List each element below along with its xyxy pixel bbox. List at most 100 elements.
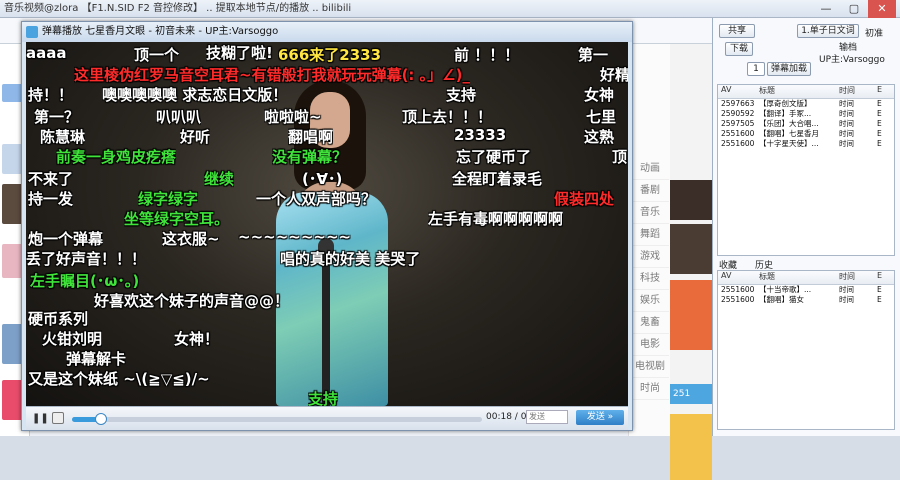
browser-title-bar: 音乐视频@zlora 【F1.N.SID F2 音控修改】 .. 提取本地节点/… [0, 0, 900, 18]
danmaku-comment: 全程盯着录毛 [452, 170, 543, 188]
danmaku-comment: 绿字绿字 [138, 190, 199, 208]
player-window: 弹幕播放 七星香月文眼 - 初音未来 - UP主:Varsoggo aaaa 顶一… [21, 21, 633, 431]
danmaku-comment: 坐等绿字空耳。 [124, 210, 230, 228]
page-input[interactable]: 1 [747, 62, 765, 76]
list-item[interactable]: 2597505 【乐团】大合唱... 时间 E [718, 119, 894, 129]
content-thumbnails: 251 [670, 44, 712, 480]
danmaku-comment: 没有弹幕？ [272, 148, 348, 166]
thumbnail[interactable] [670, 280, 712, 350]
danmaku-comment: 七里 [586, 108, 617, 126]
danmaku-comment: 女神！ [174, 330, 220, 348]
list-item[interactable]: 2551600 【十字星天使】... 时间 E [718, 139, 894, 149]
seek-handle[interactable] [94, 413, 107, 425]
danmaku-comment: 火钳刘明 [42, 330, 103, 348]
danmaku-comment: 前奏一身鸡皮疙瘩 [56, 148, 177, 166]
danmaku-comment: 不来了 [28, 170, 74, 188]
danmaku-comment: 唱的真的好美 美哭了 [280, 250, 421, 268]
danmaku-comment: (･∀･) [302, 170, 343, 188]
download-button[interactable]: 下载 [725, 42, 753, 56]
video-list: AV 标题 时间 E 2597663 【厚奇创文版】 时间 E 2590592 【翻译】… [717, 84, 895, 256]
danmaku-comment: 支持 [446, 86, 477, 104]
danmaku-comment: 支持 [308, 390, 339, 406]
danmaku-comment: aaaa [26, 44, 67, 62]
list-item[interactable]: 2597663 【厚奇创文版】 时间 E [718, 99, 894, 109]
category-tab[interactable]: 游戏 [631, 246, 669, 268]
danmaku-comment: 女神 [584, 86, 615, 104]
danmaku-comment: 硬币系列 [28, 310, 89, 328]
danmaku-side-panel: 共享 1.单子日文词 初准 输档 下载 UP主:Varsoggo 1 弹幕加载 … [712, 18, 900, 436]
init-label[interactable]: 初准 [865, 26, 883, 39]
category-tab[interactable]: 音乐 [631, 202, 669, 224]
danmaku-comment: 666来了2333 [278, 46, 382, 64]
share-button[interactable]: 共享 [719, 24, 755, 38]
danmaku-input[interactable]: 发送 [526, 410, 568, 424]
thumbnail[interactable] [670, 180, 712, 220]
danmaku-comment: 第一？ [34, 108, 80, 126]
danmaku-comment: 顶一个 [134, 46, 180, 64]
thumbnail[interactable] [670, 414, 712, 480]
list-item[interactable]: 2551600 【翻唱】猫女 时间 E [718, 295, 894, 305]
thumbnail[interactable] [670, 224, 712, 274]
pause-icon[interactable]: ❚❚ [32, 411, 49, 427]
player-title-bar: 弹幕播放 七星香月文眼 - 初音未来 - UP主:Varsoggo [22, 22, 632, 42]
danmaku-comment: 又是这个妹纸 ~\(≧▽≦)/~ [28, 370, 210, 388]
danmaku-comment: 技糊了啦! [206, 44, 273, 62]
category-tab[interactable]: 电影 [631, 334, 669, 356]
category-tab[interactable]: 动画 [631, 158, 669, 180]
danmaku-comment: 噢噢噢噢噢 求志恋日文版！ [102, 86, 288, 104]
danmaku-comment: 假装四处 [554, 190, 615, 208]
list-item[interactable]: 2551600 【十当帝歌】... 时间 E [718, 285, 894, 295]
danmaku-comment: 叭叭叭 [156, 108, 202, 126]
seek-bar[interactable] [72, 417, 482, 422]
video-area[interactable]: aaaa 顶一个 技糊了啦! 666来了2333 前 ！！！ 第一这里棱伪红罗马音空耳君~… [26, 42, 628, 406]
load-danmaku-button[interactable]: 弹幕加载 [767, 62, 811, 76]
send-button[interactable]: 发送 » [576, 410, 624, 425]
danmaku-comment: 顶 [612, 148, 628, 166]
danmaku-comment: 这衣服~ [162, 230, 220, 248]
danmaku-comment: 前 ！！！ [454, 46, 520, 64]
danmaku-comment: 左手有毒啊啊啊啊啊 [428, 210, 564, 228]
category-sidebar: 动画 番剧 音乐 舞蹈 游戏 科技 娱乐 鬼畜 电影 电视剧 时尚 [628, 44, 670, 436]
browser-title: 音乐视频@zlora 【F1.N.SID F2 音控修改】 .. 提取本地节点/… [4, 3, 352, 14]
danmaku-comment: 翻唱啊 [288, 128, 334, 146]
uploader-label: UP主:Varsoggo [819, 55, 885, 65]
close-icon[interactable]: ✕ [868, 0, 896, 18]
danmaku-comment: 陈慧琳 [40, 128, 86, 146]
video-figure-dress [276, 192, 388, 406]
danmaku-comment: 23333 [454, 126, 507, 144]
danmaku-comment: 持！！ [28, 86, 74, 104]
danmaku-comment: 好精 [600, 66, 628, 84]
danmaku-comment: 继续 [204, 170, 235, 188]
maximize-icon[interactable]: ▢ [840, 0, 868, 18]
category-tab[interactable]: 时尚 [631, 378, 669, 400]
list-item[interactable]: 2590592 【翻译】手冢... 时间 E [718, 109, 894, 119]
minimize-icon[interactable]: — [812, 0, 840, 18]
history-list: AV 标题 时间 E 2551600 【十当帝歌】... 时间 E 2551600 【翻… [717, 270, 895, 430]
stop-icon[interactable] [52, 412, 64, 424]
subtitle-button[interactable]: 1.单子日文词 [797, 24, 859, 38]
danmaku-comment: 丢了好声音！！！ [26, 250, 147, 268]
danmaku-comment: 这里棱伪红罗马音空耳君~有错般打我就玩玩弹幕(: ｡」∠)_ [74, 66, 470, 84]
category-tab[interactable]: 番剧 [631, 180, 669, 202]
danmaku-comment: 这熟 [584, 128, 615, 146]
player-logo-icon [26, 26, 38, 38]
category-tab[interactable]: 电视剧 [631, 356, 669, 378]
danmaku-comment: 啦啦啦~ [264, 108, 322, 126]
category-tab[interactable]: 鬼畜 [631, 312, 669, 334]
danmaku-comment: 一个人双声部吗？ [256, 190, 377, 208]
category-tab[interactable]: 娱乐 [631, 290, 669, 312]
category-tab[interactable]: 舞蹈 [631, 224, 669, 246]
danmaku-comment: 第一 [578, 46, 609, 64]
count-badge: 251 [670, 384, 712, 404]
danmaku-comment: 弹幕解卡 [66, 350, 127, 368]
list-item[interactable]: 2551600 【翻唱】七星香月 时间 E [718, 129, 894, 139]
danmaku-comment: 好听 [180, 128, 211, 146]
category-tab[interactable]: 科技 [631, 268, 669, 290]
player-controls: ❚❚ 00:18 / 04:25 发送 发送 » [26, 406, 628, 430]
danmaku-comment: 持一发 [28, 190, 74, 208]
danmaku-comment: 左手瞩目(･ω･｡) [30, 272, 140, 290]
danmaku-comment: 好喜欢这个妹子的声音@@！ [94, 292, 290, 310]
danmaku-comment: 忘了硬币了 [456, 148, 532, 166]
danmaku-comment: 炮一个弹幕 [28, 230, 104, 248]
list-header: AV 标题 时间 E [718, 271, 894, 285]
